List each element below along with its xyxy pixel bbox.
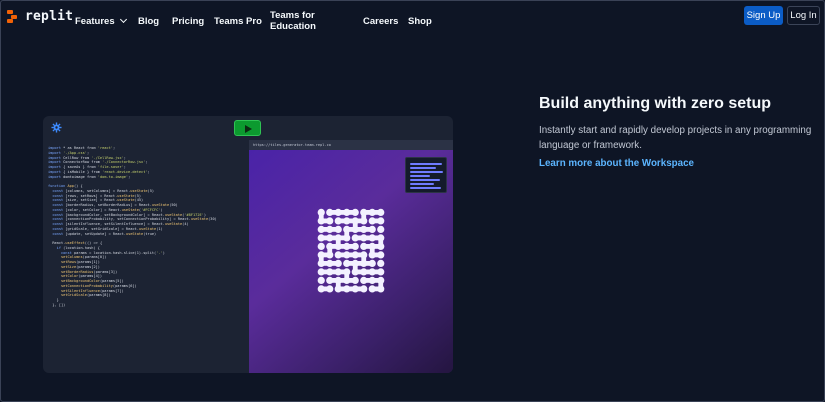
tile-cell	[377, 208, 385, 216]
tile-cell	[368, 259, 376, 267]
tile-cell	[377, 242, 385, 250]
nav-blog[interactable]: Blog	[138, 10, 172, 32]
tile-cell	[317, 276, 325, 284]
hero-description: Instantly start and rapidly develop proj…	[539, 125, 812, 151]
tile-cell	[360, 217, 368, 225]
nav-features[interactable]: Features	[75, 10, 135, 32]
settings-panel[interactable]	[405, 157, 447, 193]
nav-careers[interactable]: Careers	[363, 10, 408, 32]
tile-cell	[351, 208, 359, 216]
tile-cell	[334, 225, 342, 233]
tile-cell	[368, 225, 376, 233]
hero-title: Build anything with zero setup	[539, 95, 771, 112]
tile-cell	[377, 285, 385, 293]
workspace-toolbar	[43, 116, 453, 140]
nav-links: Features Blog Pricing Teams Pro Teams fo…	[75, 10, 432, 32]
page-frame: replit Features Blog Pricing Teams Pro T…	[0, 0, 825, 402]
workspace-preview: import * as React from 'react'; import '…	[43, 116, 453, 373]
tile-cell	[377, 251, 385, 259]
code-editor[interactable]: import * as React from 'react'; import '…	[43, 140, 248, 373]
sign-up-button[interactable]: Sign Up	[744, 6, 783, 25]
tile-cell	[360, 285, 368, 293]
nav-features-label: Features	[75, 15, 115, 27]
app-preview: https://tiles-generator.team.repl.co	[249, 140, 453, 373]
top-navigation: replit Features Blog Pricing Teams Pro T…	[1, 1, 824, 32]
nav-teams-education[interactable]: Teams for Education	[270, 10, 363, 32]
preview-url-bar[interactable]: https://tiles-generator.team.repl.co	[249, 140, 453, 150]
tile-cell	[326, 251, 334, 259]
tile-cell	[377, 259, 385, 267]
replit-logo[interactable]: replit	[7, 9, 73, 24]
gear-icon[interactable]	[51, 122, 62, 133]
tile-cell	[377, 225, 385, 233]
nav-shop[interactable]: Shop	[408, 10, 432, 32]
chevron-down-icon	[119, 15, 127, 24]
tile-cell	[377, 217, 385, 225]
brand-name: replit	[25, 9, 74, 24]
tile-cell	[317, 242, 325, 250]
learn-more-link[interactable]: Learn more about the Workspace	[539, 158, 694, 169]
run-button[interactable]	[234, 120, 261, 136]
tile-cell	[326, 285, 334, 293]
tile-pattern	[317, 208, 385, 293]
tile-cell	[343, 234, 351, 242]
log-in-button[interactable]: Log In	[787, 6, 820, 25]
tile-cell	[351, 242, 359, 250]
nav-pricing[interactable]: Pricing	[172, 10, 214, 32]
tile-cell	[326, 217, 334, 225]
tile-cell	[377, 268, 385, 276]
tile-cell	[351, 276, 359, 284]
tile-cell	[334, 259, 342, 267]
replit-logo-icon	[7, 10, 20, 23]
nav-teams-pro[interactable]: Teams Pro	[214, 10, 270, 32]
preview-canvas	[249, 150, 453, 373]
